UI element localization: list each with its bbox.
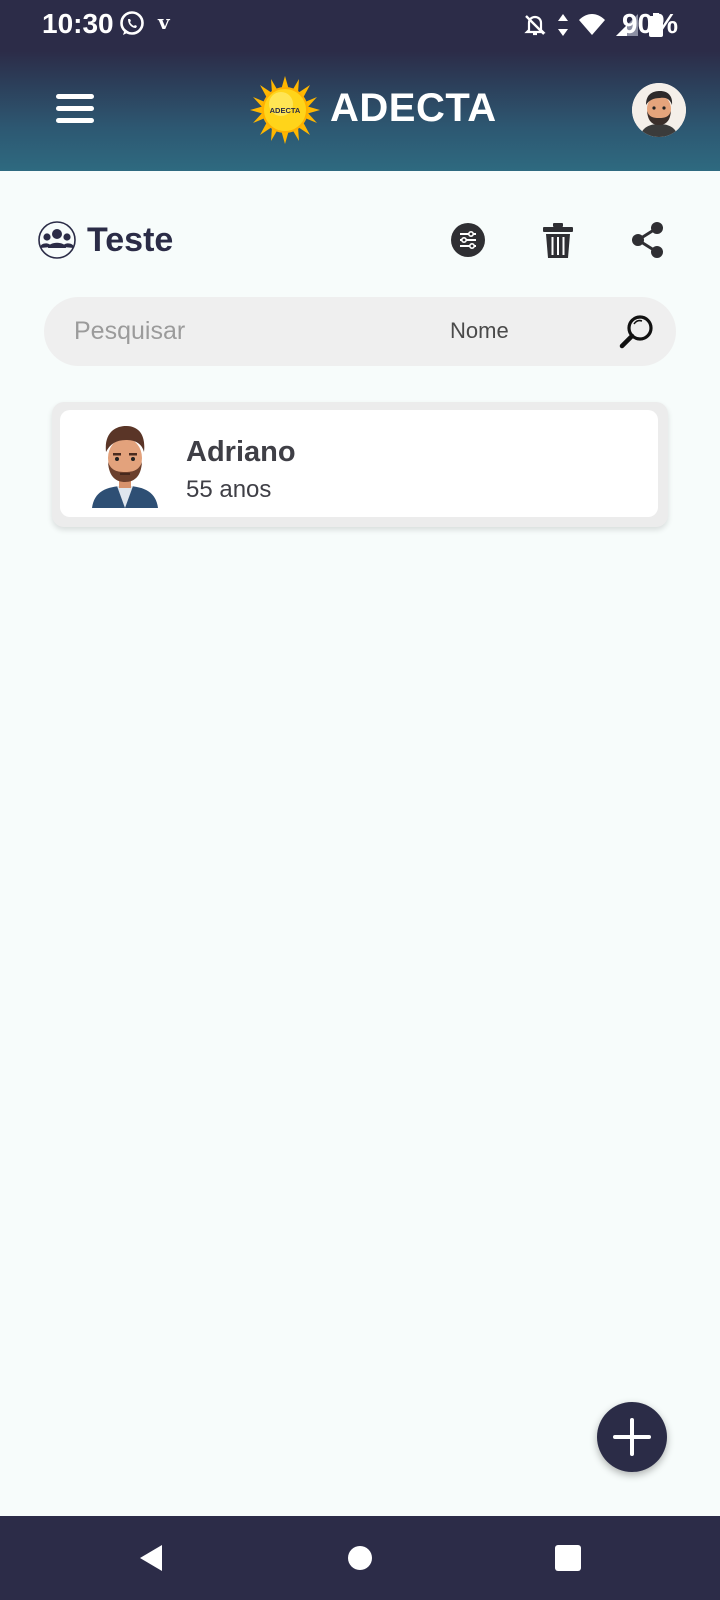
person-age: 55 anos: [186, 476, 272, 503]
menu-button[interactable]: [56, 94, 94, 124]
navigation-bar: [0, 1516, 720, 1600]
delete-button[interactable]: [538, 220, 578, 260]
group-title: Teste: [87, 221, 174, 259]
status-time: 10:30: [42, 8, 114, 39]
profile-avatar[interactable]: [632, 83, 686, 137]
search-field-select[interactable]: Nome: [450, 318, 509, 344]
menu-icon: [56, 94, 94, 99]
person-card-body: Adriano 55 anos: [60, 410, 658, 517]
add-person-button[interactable]: [597, 1402, 667, 1472]
share-button[interactable]: [628, 220, 668, 260]
search-icon[interactable]: [617, 312, 657, 352]
plus-icon: [613, 1418, 651, 1456]
person-name: Adriano: [186, 436, 296, 468]
person-avatar: [92, 426, 158, 508]
search-input[interactable]: [74, 297, 404, 366]
home-icon[interactable]: [344, 1542, 376, 1574]
person-card[interactable]: Adriano 55 anos: [52, 402, 668, 527]
whatsapp-icon: [120, 11, 144, 35]
back-icon[interactable]: [136, 1542, 168, 1574]
logo-text: ADECTA: [270, 106, 301, 115]
bell-off-icon: [524, 15, 546, 36]
group-icon: [38, 221, 76, 259]
battery-percent: 90%: [621, 8, 678, 39]
carrier-glyph: v: [158, 10, 170, 34]
filter-button[interactable]: [448, 220, 488, 260]
app-header: 10:30 v 90% ADECTA ADECTA: [0, 0, 720, 171]
trash-icon: [543, 223, 573, 258]
avatar-icon: [632, 83, 686, 137]
filter-icon: [451, 223, 485, 257]
wifi-icon: [579, 14, 605, 35]
status-bar: 10:30 v 90%: [0, 0, 720, 48]
recents-icon[interactable]: [552, 1542, 584, 1574]
sun-logo: ADECTA: [250, 76, 320, 144]
data-arrows-icon: [558, 14, 568, 36]
share-icon: [632, 222, 663, 258]
search-bar: Nome: [44, 297, 676, 366]
app-title: ADECTA: [330, 86, 497, 130]
